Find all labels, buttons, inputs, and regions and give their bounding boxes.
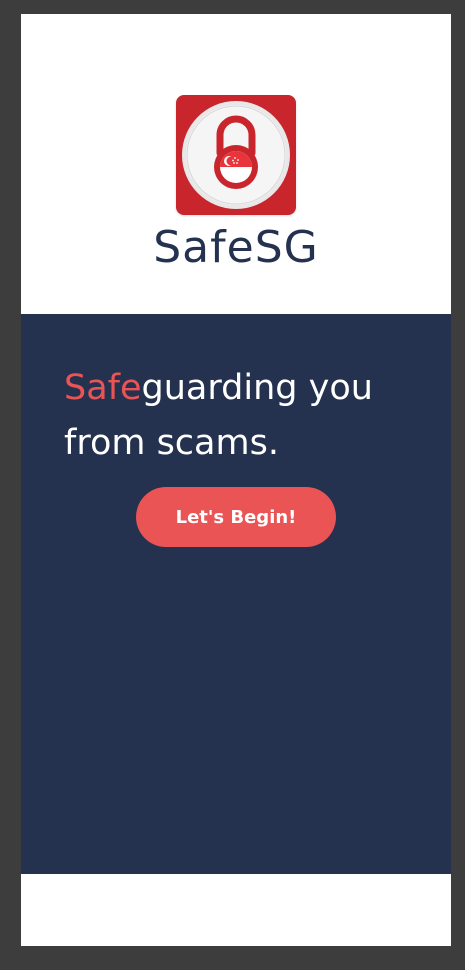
lets-begin-button[interactable]: Let's Begin! [136,487,336,547]
padlock-singapore-flag-icon [182,101,290,209]
hero-section: Safeguarding you from scams. Let's Begin… [21,314,451,874]
footer [21,874,451,946]
tagline: Safeguarding you from scams. [64,361,424,471]
app-name: SafeSG [153,222,319,273]
tagline-accent: Safe [64,368,142,408]
app-screen: SafeSG Safeguarding you from scams. Let'… [21,14,451,946]
app-logo [176,95,296,215]
header: SafeSG [21,14,451,314]
